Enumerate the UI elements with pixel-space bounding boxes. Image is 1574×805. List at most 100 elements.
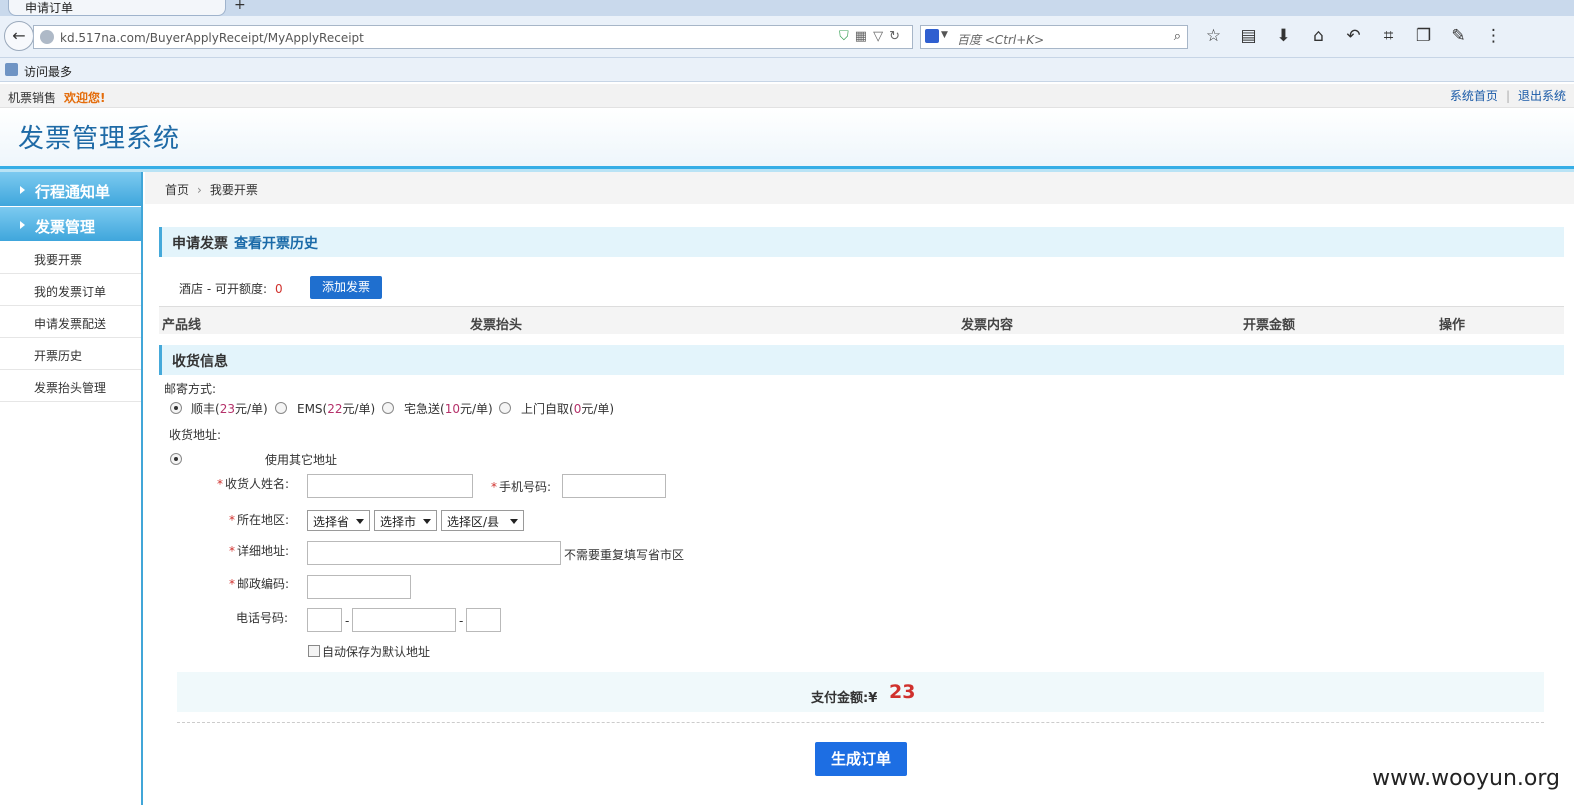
address-bar[interactable]: kd.517na.com/BuyerApplyReceipt/MyApplyRe… (33, 25, 913, 49)
breadcrumb-current: 我要开票 (209, 183, 258, 197)
top-links: 系统首页 | 退出系统 (1450, 87, 1566, 104)
col-actions: 操作 (1439, 318, 1466, 333)
welcome-text: 欢迎您! (64, 91, 106, 105)
phone-ext-input[interactable] (466, 608, 501, 632)
required-mark: * (229, 513, 235, 527)
use-other-address-label: 使用其它地址 (265, 453, 338, 467)
apply-invoice-header: 申请发票 查看开票历史 (159, 227, 1564, 257)
field-label: 所在地区: (237, 513, 290, 527)
phone-number-input[interactable] (352, 608, 456, 632)
field-label: 手机号码: (499, 480, 552, 494)
sidebar-group-invoice[interactable]: 发票管理 (0, 207, 141, 242)
shipping-radio-pickup[interactable] (499, 402, 511, 414)
back-arrow-icon[interactable]: ← (4, 21, 34, 51)
region-label: * 所在地区: (229, 511, 289, 528)
chevron-right-icon: › (197, 183, 202, 197)
search-icon[interactable]: ⌕ (1174, 29, 1181, 44)
option-unit: 元/单) (459, 402, 493, 416)
option-unit: 元/单) (342, 402, 376, 416)
reading-list-icon[interactable]: ▤ (1231, 26, 1266, 46)
col-invoice-title: 发票抬头 (470, 318, 523, 333)
mobile-label: * 手机号码: (491, 478, 551, 495)
sidebar-group-itinerary[interactable]: 行程通知单 (0, 172, 141, 207)
sidebar-item-invoice-delivery[interactable]: 申请发票配送 (0, 306, 141, 338)
phone-area-input[interactable] (307, 608, 342, 632)
chevron-down-icon[interactable]: ▼ (941, 30, 948, 40)
reload-icon[interactable]: ↻ (889, 29, 906, 44)
site-name: 机票销售 (8, 91, 57, 105)
city-select[interactable]: 选择市 (374, 510, 437, 531)
breadcrumb-home[interactable]: 首页 (165, 183, 189, 197)
sidebar-item-invoice-history[interactable]: 开票历史 (0, 338, 141, 370)
pages-icon[interactable]: ❐ (1406, 26, 1441, 46)
shipping-radio-sf[interactable] (170, 402, 182, 414)
detail-address-input[interactable] (307, 541, 561, 565)
shield-icon[interactable]: ⛉ (839, 29, 855, 44)
sidebar-item-invoice-title-mgmt[interactable]: 发票抬头管理 (0, 370, 141, 402)
province-select[interactable]: 选择省 (307, 510, 370, 531)
quota-label: 酒店 - 可开额度: (179, 282, 268, 296)
shipping-option-sf: 顺丰(23元/单) (191, 400, 268, 417)
quota-value: 0 (275, 282, 283, 296)
url-text: kd.517na.com/BuyerApplyReceipt/MyApplyRe… (60, 31, 364, 45)
other-address-radio[interactable] (170, 453, 182, 465)
shipping-info-header: 收货信息 (159, 345, 1564, 375)
option-name: 顺丰( (191, 402, 220, 416)
option-name: 宅急送( (404, 402, 445, 416)
option-name: EMS( (297, 402, 328, 416)
col-invoice-amount: 开票金额 (1243, 318, 1296, 333)
dropdown-icon[interactable]: ▽ (873, 29, 889, 44)
extension-icon[interactable]: ✎ (1441, 26, 1476, 46)
postcode-input[interactable] (307, 575, 411, 599)
col-product-line: 产品线 (162, 318, 202, 333)
sidebar-item-my-invoice-orders[interactable]: 我的发票订单 (0, 274, 141, 306)
postcode-label: * 邮政编码: (229, 575, 289, 592)
system-home-link[interactable]: 系统首页 (1450, 89, 1498, 103)
receiver-name-input[interactable] (307, 474, 473, 498)
shipping-option-ems: EMS(22元/单) (297, 400, 375, 417)
crop-icon[interactable]: ⌗ (1371, 26, 1406, 46)
section-title: 收货信息 (172, 354, 228, 370)
browser-tab[interactable]: 申请订单 (8, 0, 226, 16)
required-mark: * (229, 544, 235, 558)
download-icon[interactable]: ⬇ (1266, 26, 1301, 46)
menu-icon[interactable]: ⋮ (1476, 26, 1511, 46)
home-icon[interactable]: ⌂ (1301, 26, 1336, 46)
baidu-icon[interactable] (925, 29, 939, 43)
required-mark: * (491, 480, 497, 494)
undo-icon[interactable]: ↶ (1336, 26, 1371, 46)
generate-order-button[interactable]: 生成订单 (815, 742, 907, 776)
bookmark-most-visited[interactable]: 访问最多 (24, 63, 72, 80)
mobile-input[interactable] (562, 474, 666, 498)
phone-dash: - (345, 614, 350, 628)
phone-dash: - (459, 614, 464, 628)
detail-address-label: * 详细地址: (229, 542, 289, 559)
qr-icon[interactable]: ▦ (855, 29, 873, 44)
required-mark: * (217, 477, 223, 491)
tab-title: 申请订单 (25, 1, 74, 15)
invoice-table-header: 产品线 发票抬头 发票内容 开票金额 操作 (159, 306, 1564, 334)
shipping-radio-zjs[interactable] (382, 402, 394, 414)
district-select[interactable]: 选择区/县 (441, 510, 524, 531)
logout-link[interactable]: 退出系统 (1518, 89, 1566, 103)
main-content: 首页 › 我要开票 申请发票 查看开票历史 酒店 - 可开额度: 0 添加发票 产品线 … (145, 172, 1574, 805)
new-tab-icon[interactable]: + (234, 0, 246, 13)
option-name: 上门自取( (521, 402, 574, 416)
site-top-strip: 机票销售 欢迎您! 系统首页 | 退出系统 (0, 84, 1574, 108)
col-invoice-content: 发票内容 (961, 318, 1014, 333)
payment-label-text: 支付金额: (811, 691, 869, 706)
section-title: 申请发票 (172, 236, 228, 252)
search-placeholder: 百度 <Ctrl+K> (957, 33, 1045, 47)
shipping-radio-ems[interactable] (275, 402, 287, 414)
star-icon[interactable]: ☆ (1196, 26, 1231, 46)
add-invoice-button[interactable]: 添加发票 (310, 276, 382, 299)
history-link[interactable]: 查看开票历史 (234, 236, 318, 252)
search-box[interactable]: ▼ 百度 <Ctrl+K> ⌕ (920, 25, 1188, 49)
option-price: 10 (444, 402, 460, 416)
toolbar-icons: ☆ ▤ ⬇ ⌂ ↶ ⌗ ❐ ✎ ⋮ (1196, 26, 1511, 46)
save-default-label: 自动保存为默认地址 (322, 645, 431, 659)
save-default-checkbox[interactable] (308, 645, 320, 657)
caret-right-icon (20, 221, 25, 229)
sidebar-item-apply-invoice[interactable]: 我要开票 (0, 242, 141, 274)
option-unit: 元/单) (234, 402, 268, 416)
